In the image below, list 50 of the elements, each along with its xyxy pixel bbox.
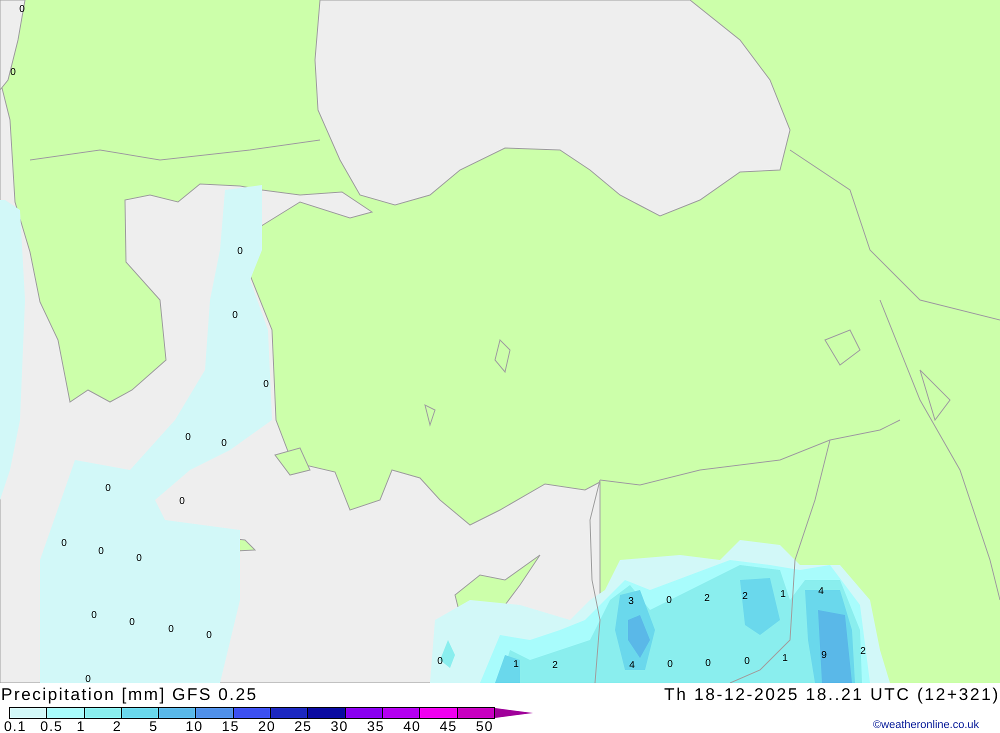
map-value: 0 — [19, 4, 25, 15]
legend-label: 50 — [476, 718, 494, 733]
legend-label: 10 — [185, 718, 204, 733]
map-value: 0 — [105, 483, 111, 494]
legend-label: 20 — [258, 718, 276, 733]
map-value: 0 — [85, 674, 91, 683]
map-value: 0 — [705, 658, 711, 669]
map-value: 9 — [821, 650, 827, 661]
legend-label: 0.5 — [40, 718, 63, 733]
map-value: 0 — [129, 617, 135, 628]
map-value: 1 — [780, 589, 786, 600]
map-value: 0 — [185, 432, 191, 443]
map-value: 0 — [98, 546, 104, 557]
legend-label: 25 — [294, 718, 312, 733]
map-title: Precipitation [mm] GFS 0.25 — [0, 685, 258, 705]
map-value: 0 — [437, 656, 443, 667]
map-value: 3 — [628, 596, 634, 607]
map-value: 0 — [10, 67, 16, 78]
legend-label: 0.1 — [4, 718, 26, 733]
map-value: 4 — [629, 660, 635, 671]
legend-label: 1 — [76, 718, 86, 733]
map-value: 0 — [666, 595, 672, 606]
map-value: 0 — [91, 610, 97, 621]
map-value: 0 — [744, 656, 750, 667]
map-value: 0 — [168, 624, 174, 635]
legend-label: 15 — [222, 718, 240, 733]
map-value: 0 — [263, 379, 269, 390]
map-value: 2 — [742, 591, 748, 602]
map-value: 0 — [206, 630, 212, 641]
legend-label: 30 — [330, 718, 348, 733]
map-value: 0 — [179, 496, 185, 507]
map-value: 2 — [704, 593, 710, 604]
legend-label: 35 — [366, 718, 385, 733]
map-value: 1 — [782, 653, 788, 664]
map-value: 4 — [818, 586, 824, 597]
legend-label: 2 — [112, 718, 122, 733]
map-value: 0 — [232, 310, 238, 321]
credit-link[interactable]: ©weatheronline.co.uk — [873, 719, 979, 731]
legend-label: 40 — [403, 718, 421, 733]
map-value: 0 — [667, 659, 673, 670]
valid-time: Th 18-12-2025 18..21 UTC (12+321) — [664, 685, 1000, 705]
map-value: 0 — [61, 538, 67, 549]
legend-label: 45 — [440, 718, 458, 733]
map-value: 2 — [552, 660, 558, 671]
map-value: 0 — [237, 246, 243, 257]
map-value: 0 — [136, 553, 142, 564]
map-value: 2 — [860, 646, 866, 657]
legend-label: 5 — [149, 718, 158, 733]
map-value: 0 — [221, 438, 227, 449]
map-value: 1 — [513, 659, 519, 670]
